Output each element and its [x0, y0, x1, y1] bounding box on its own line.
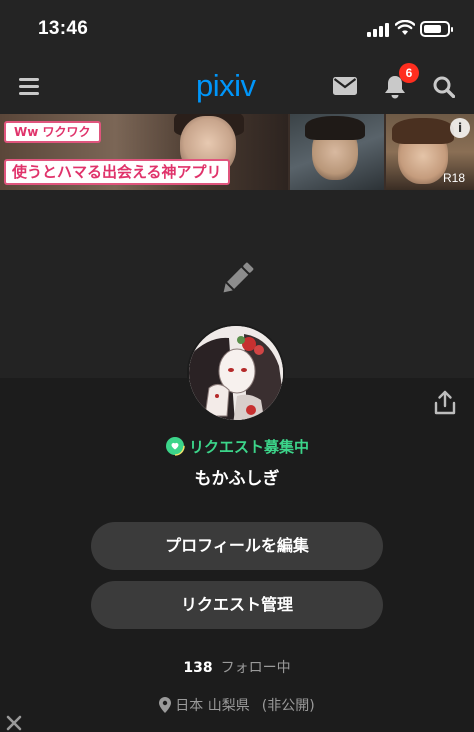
profile-username: もかふしぎ — [194, 469, 280, 489]
request-bubble-icon — [165, 436, 185, 456]
pixiv-logo[interactable]: pixiv — [196, 68, 256, 104]
pencil-icon[interactable] — [216, 258, 258, 300]
notification-badge: 6 — [399, 63, 419, 83]
status-bar: 13:46 — [0, 0, 474, 60]
following-link[interactable]: 138 フォロー中 — [0, 657, 474, 677]
menu-icon[interactable] — [19, 78, 39, 96]
top-navigation-bar: pixiv 6 — [0, 60, 474, 114]
cellular-signal-icon — [367, 23, 389, 37]
request-status-label: リクエスト募集中 — [188, 438, 309, 456]
avatar-illustration — [189, 326, 283, 420]
wifi-icon — [395, 20, 415, 35]
following-count: 138 — [183, 660, 213, 676]
ad-banner[interactable]: Ww ワクワク 使うとハマる出会える神アプリ i R18 — [0, 114, 474, 190]
status-time: 13:46 — [38, 18, 89, 39]
ad-photo-detail — [305, 116, 365, 140]
ad-rating-label: R18 — [443, 171, 466, 185]
location-text: 日本 山梨県 — [175, 698, 250, 714]
close-icon[interactable] — [5, 714, 23, 732]
profile-location: 日本 山梨県 (非公開) — [0, 695, 474, 715]
request-status[interactable]: リクエスト募集中 — [0, 436, 474, 457]
following-label: フォロー中 — [220, 660, 291, 676]
location-privacy: (非公開) — [261, 698, 315, 714]
request-management-button[interactable]: リクエスト管理 — [91, 581, 383, 629]
ad-tag: Ww ワクワク — [4, 121, 101, 143]
ad-headline: 使うとハマる出会える神アプリ — [4, 159, 230, 185]
ad-photo-detail — [392, 118, 454, 144]
share-icon[interactable] — [433, 390, 457, 416]
edit-profile-button[interactable]: プロフィールを編集 — [91, 522, 383, 570]
battery-icon — [420, 21, 453, 37]
ad-info-icon[interactable]: i — [450, 118, 470, 138]
location-pin-icon — [159, 697, 172, 713]
avatar[interactable] — [187, 324, 285, 422]
search-icon[interactable] — [433, 76, 455, 98]
mail-icon[interactable] — [333, 77, 357, 95]
